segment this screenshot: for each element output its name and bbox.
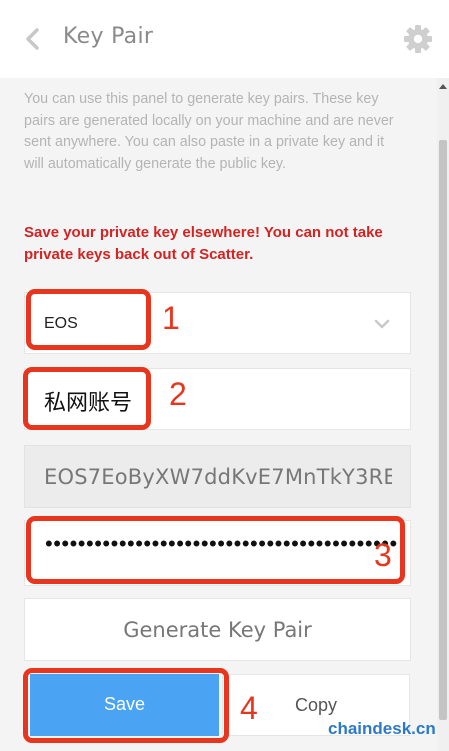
annotation-box-4 — [23, 668, 229, 743]
generate-key-pair-button[interactable]: Generate Key Pair — [24, 598, 411, 661]
chevron-down-icon — [374, 319, 390, 329]
annotation-box-2 — [23, 367, 151, 430]
scroll-up-arrow-icon[interactable] — [439, 84, 447, 89]
header-bar: Key Pair — [0, 0, 449, 78]
generate-key-pair-label: Generate Key Pair — [123, 618, 312, 642]
scrollbar[interactable] — [437, 78, 449, 751]
gear-icon[interactable] — [403, 24, 433, 54]
scroll-thumb[interactable] — [439, 140, 447, 720]
chevron-left-icon[interactable] — [22, 27, 44, 51]
annotation-box-1 — [26, 289, 151, 350]
annotation-number-4: 4 — [240, 690, 258, 726]
annotation-number-3: 3 — [374, 537, 392, 573]
watermark: chaindesk.cn — [328, 719, 436, 738]
panel-description: You can use this panel to generate key p… — [24, 91, 394, 172]
annotation-number-1: 1 — [162, 300, 180, 336]
page-title: Key Pair — [63, 24, 154, 49]
annotation-box-3 — [26, 516, 405, 584]
public-key-value: EOS7EoByXW7ddKvE7MnTkY3RE — [44, 465, 392, 489]
private-key-warning: Save your private key elsewhere! You can… — [24, 224, 383, 263]
annotation-number-2: 2 — [169, 376, 187, 412]
public-key-field[interactable]: EOS7EoByXW7ddKvE7MnTkY3RE — [24, 445, 411, 508]
